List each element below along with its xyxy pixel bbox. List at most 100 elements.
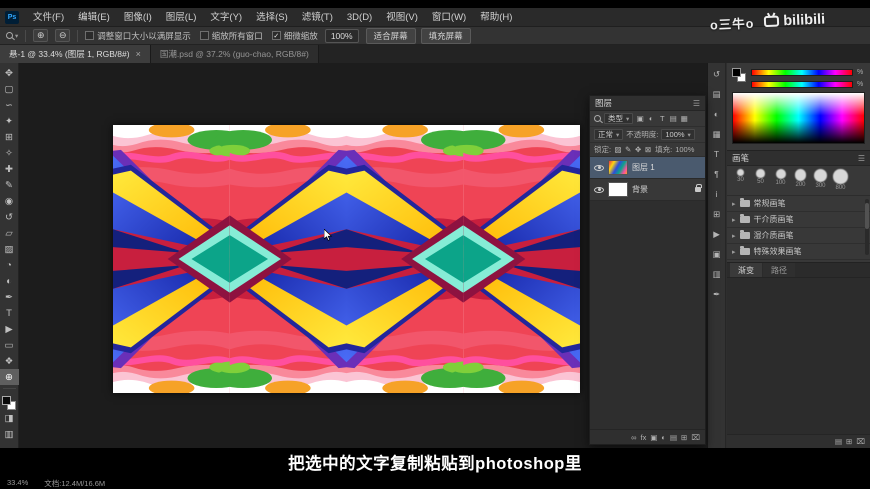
menu-item-filter[interactable]: 滤镜(T) xyxy=(295,8,340,27)
adjustments-panel-icon[interactable]: ◐ xyxy=(709,108,725,120)
eyedropper-tool[interactable]: ✧ xyxy=(0,145,19,161)
menu-item-help[interactable]: 帮助(H) xyxy=(473,8,519,27)
gradient-tool[interactable]: ▨ xyxy=(0,241,19,257)
lasso-tool[interactable]: ∽ xyxy=(0,97,19,113)
brush-preset-3[interactable]: 200 xyxy=(792,169,809,188)
info-panel-icon[interactable]: i xyxy=(709,188,725,200)
status-zoom-level[interactable]: 33.4% xyxy=(7,478,28,489)
screen-mode-button[interactable]: ▥ xyxy=(0,426,19,442)
delete-layer-icon[interactable]: ⌧ xyxy=(691,433,700,442)
panel-menu-icon[interactable]: ☰ xyxy=(858,154,865,163)
quick-selection-tool[interactable]: ✦ xyxy=(0,113,19,129)
channels-panel-icon[interactable]: ▥ xyxy=(709,268,725,280)
foreground-background-swatches[interactable] xyxy=(2,396,16,410)
button-fill-screen[interactable]: 填充屏幕 xyxy=(421,28,471,44)
menu-item-type[interactable]: 文字(Y) xyxy=(203,8,249,27)
option-scrubby-zoom[interactable]: ✓细微缩放 xyxy=(272,30,318,42)
color-panel-swatches[interactable] xyxy=(732,68,746,82)
zoom-tool[interactable]: ⊕ xyxy=(0,369,19,385)
saturation-slider[interactable] xyxy=(751,81,853,88)
navigator-panel-icon[interactable]: ⊞ xyxy=(709,208,725,220)
move-tool[interactable]: ✥ xyxy=(0,65,19,81)
menu-item-layer[interactable]: 图层(L) xyxy=(159,8,204,27)
properties-panel-icon[interactable]: ▤ xyxy=(709,88,725,100)
lock-position-icon[interactable]: ✥ xyxy=(634,145,642,154)
option-zoom-all-windows[interactable]: 缩放所有窗口 xyxy=(200,30,263,42)
filter-smart-objects-icon[interactable]: ▦ xyxy=(680,114,688,123)
fill-value[interactable]: 100% xyxy=(675,145,694,154)
styles-panel-icon[interactable]: ▣ xyxy=(709,248,725,260)
zoom-value-field[interactable]: 100% xyxy=(325,29,359,43)
filter-pixel-layers-icon[interactable]: ▣ xyxy=(636,114,644,123)
paths-panel-icon[interactable]: ✒ xyxy=(709,288,725,300)
brush-preset-0[interactable]: 30 xyxy=(732,169,749,183)
document-tab-2[interactable]: 国潮.psd @ 37.2% (guo-chao, RGB/8#) xyxy=(151,45,319,63)
close-icon[interactable]: × xyxy=(136,49,141,59)
brush-preset-5[interactable]: 800 xyxy=(832,169,849,191)
panel-menu-icon[interactable]: ☰ xyxy=(693,99,700,108)
delete-item-icon[interactable]: ⌧ xyxy=(856,437,865,446)
add-mask-icon[interactable]: ▣ xyxy=(650,433,657,442)
lock-transparency-icon[interactable]: ▨ xyxy=(614,145,622,154)
clone-stamp-tool[interactable]: ◉ xyxy=(0,193,19,209)
menu-item-image[interactable]: 图像(I) xyxy=(117,8,159,27)
hue-slider[interactable] xyxy=(751,69,853,76)
marquee-tool[interactable]: ▢ xyxy=(0,81,19,97)
layer-name[interactable]: 背景 xyxy=(632,184,691,195)
color-field[interactable] xyxy=(732,92,865,144)
new-group-icon[interactable]: ▤ xyxy=(835,437,842,446)
menu-item-edit[interactable]: 编辑(E) xyxy=(71,8,117,27)
visibility-eye-icon[interactable] xyxy=(594,187,604,193)
brush-tool[interactable]: ✎ xyxy=(0,177,19,193)
layer-name[interactable]: 图层 1 xyxy=(632,162,701,173)
dodge-tool[interactable]: ◐ xyxy=(0,273,19,289)
layers-panel-title[interactable]: 图层 xyxy=(595,97,612,109)
character-panel-icon[interactable]: T xyxy=(709,148,725,160)
checkbox-scrubby-zoom[interactable]: ✓ xyxy=(272,31,281,40)
button-fit-screen[interactable]: 适合屏幕 xyxy=(366,28,416,44)
brush-preset-4[interactable]: 300 xyxy=(812,169,829,189)
layer-thumbnail[interactable] xyxy=(608,160,628,175)
lock-all-icon[interactable]: ⊠ xyxy=(644,145,652,154)
quick-mask-button[interactable]: ◨ xyxy=(0,410,19,426)
adjustment-layer-icon[interactable]: ◐ xyxy=(661,433,666,442)
layer-row-background[interactable]: 背景 xyxy=(590,179,705,201)
menu-item-window[interactable]: 窗口(W) xyxy=(425,8,473,27)
brush-folder-special-effects-brushes[interactable]: ▸特殊效果画笔 xyxy=(727,244,870,260)
path-selection-tool[interactable]: ▶ xyxy=(0,321,19,337)
link-layers-icon[interactable]: ∞ xyxy=(631,433,636,442)
filter-type-dropdown[interactable]: 类型 ▾ xyxy=(604,113,633,124)
foreground-color-swatch[interactable] xyxy=(2,396,11,405)
checkbox-zoom-all-windows[interactable] xyxy=(200,31,209,40)
layer-row-layer-1[interactable]: 图层 1 xyxy=(590,157,705,179)
filter-adjustment-layers-icon[interactable]: ◐ xyxy=(647,114,655,123)
foreground-color-swatch[interactable] xyxy=(732,68,741,77)
tool-preset-dropdown[interactable]: ▾ xyxy=(6,32,18,40)
brush-preset-2[interactable]: 100 xyxy=(772,169,789,186)
scrollbar[interactable] xyxy=(865,199,869,255)
opacity-dropdown[interactable]: 100% ▾ xyxy=(661,129,694,140)
libraries-panel-icon[interactable]: ▦ xyxy=(709,128,725,140)
filter-shape-layers-icon[interactable]: ▤ xyxy=(669,114,677,123)
tab-paths[interactable]: 路径 xyxy=(763,263,795,277)
brushes-panel-title[interactable]: 画笔 xyxy=(732,152,749,164)
layer-style-icon[interactable]: fx xyxy=(640,433,646,442)
eraser-tool[interactable]: ▱ xyxy=(0,225,19,241)
history-brush-tool[interactable]: ↺ xyxy=(0,209,19,225)
zoom-out-button[interactable]: ⊖ xyxy=(55,29,70,42)
menu-item-select[interactable]: 选择(S) xyxy=(249,8,295,27)
option-resize-windows-to-fit[interactable]: 调整窗口大小以满屏显示 xyxy=(85,30,191,42)
paragraph-panel-icon[interactable]: ¶ xyxy=(709,168,725,180)
brush-preset-1[interactable]: 50 xyxy=(752,169,769,185)
blur-tool[interactable]: ◔ xyxy=(0,257,19,273)
menu-item-view[interactable]: 视图(V) xyxy=(379,8,425,27)
status-document-size[interactable]: 文档:12.4M/16.6M xyxy=(44,478,105,489)
zoom-in-button[interactable]: ⊕ xyxy=(33,29,48,42)
visibility-eye-icon[interactable] xyxy=(594,165,604,171)
brush-folder-wet-media-brushes[interactable]: ▸湿介质画笔 xyxy=(727,228,870,244)
brush-folder-dry-media-brushes[interactable]: ▸干介质画笔 xyxy=(727,212,870,228)
type-tool[interactable]: T xyxy=(0,305,19,321)
menu-item-3d[interactable]: 3D(D) xyxy=(340,8,379,27)
brush-folder-general-brushes[interactable]: ▸常规画笔 xyxy=(727,196,870,212)
actions-panel-icon[interactable]: ▶ xyxy=(709,228,725,240)
